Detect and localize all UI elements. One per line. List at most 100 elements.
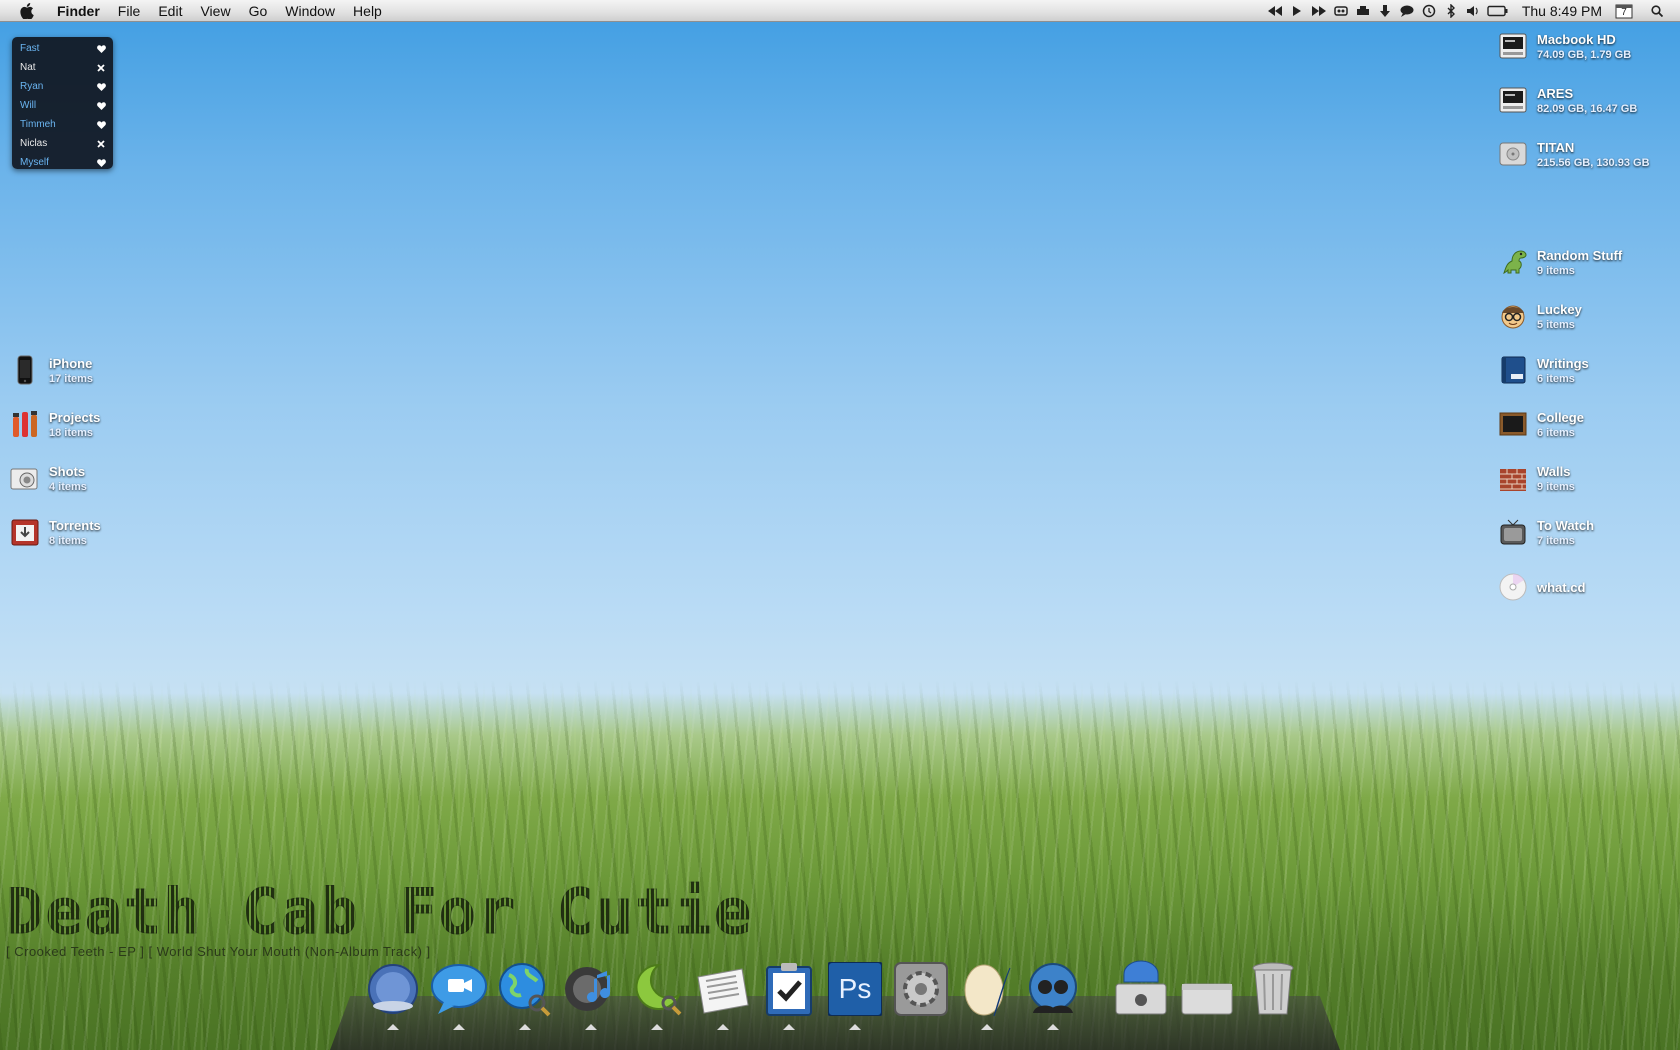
printer-icon[interactable] <box>1354 4 1372 18</box>
fast-forward-icon[interactable] <box>1310 4 1328 18</box>
photoshop-label: Ps <box>838 973 872 1004</box>
notebook-icon <box>1497 354 1529 386</box>
apple-menu-icon[interactable] <box>20 2 34 19</box>
running-indicator <box>849 1024 861 1030</box>
contact-row[interactable]: Nat <box>12 58 113 77</box>
folder-shots[interactable]: Shots 4 items <box>9 462 87 495</box>
folder-torrents[interactable]: Torrents 8 items <box>9 516 101 549</box>
control-icon[interactable] <box>1332 4 1350 18</box>
icon-title: Macbook HD <box>1537 32 1616 47</box>
dock-app[interactable] <box>360 960 426 1040</box>
dock-app[interactable] <box>756 960 822 1040</box>
dock-app[interactable] <box>624 960 690 1040</box>
dock-app[interactable] <box>888 960 954 1040</box>
rewind-icon[interactable] <box>1266 4 1284 18</box>
icon-title: To Watch <box>1537 518 1595 533</box>
folder-to-watch[interactable]: To Watch 7 items <box>1497 516 1594 549</box>
now-playing-track: [ Crooked Teeth - EP ] [ World Shut Your… <box>6 944 431 959</box>
menu-window[interactable]: Window <box>276 0 344 22</box>
dinosaur-icon <box>1497 246 1529 278</box>
trash-icon <box>1244 960 1302 1018</box>
contact-row[interactable]: Timmeh <box>12 115 113 134</box>
disc-what-cd[interactable]: what.cd <box>1497 571 1585 603</box>
screenshot-camera-icon <box>9 462 41 494</box>
drive-macbook-hd[interactable]: Macbook HD 74.09 GB, 1.79 GB <box>1497 30 1631 63</box>
icon-info: 4 items <box>49 481 87 493</box>
documents-stack-icon <box>1178 960 1236 1018</box>
folder-college[interactable]: College 6 items <box>1497 408 1584 441</box>
speech-bubble-icon[interactable] <box>1398 4 1416 18</box>
icon-title: what.cd <box>1537 580 1586 595</box>
menu-extras: Thu 8:49 PM 7 <box>1264 0 1680 22</box>
running-indicator <box>453 1024 465 1030</box>
running-indicator <box>783 1024 795 1030</box>
running-indicator <box>519 1024 531 1030</box>
menu-clock[interactable]: Thu 8:49 PM <box>1512 3 1612 19</box>
menu-app-finder[interactable]: Finder <box>48 0 109 22</box>
volume-icon[interactable] <box>1464 4 1482 18</box>
contact-row[interactable]: Will <box>12 96 113 115</box>
dock-app[interactable] <box>426 960 492 1040</box>
dock-app[interactable]: Ps <box>822 960 888 1040</box>
bluetooth-icon[interactable] <box>1442 3 1460 18</box>
menu-file[interactable]: File <box>109 0 150 22</box>
folder-writings[interactable]: Writings 6 items <box>1497 354 1589 387</box>
download-icon[interactable] <box>1376 4 1394 18</box>
drive-titan[interactable]: TITAN 215.56 GB, 130.93 GB <box>1497 138 1650 171</box>
dock: Ps <box>360 960 1306 1040</box>
icon-title: TITAN <box>1537 140 1575 155</box>
icon-title: Projects <box>49 410 101 425</box>
contact-name: Niclas <box>20 138 48 149</box>
icon-title: Random Stuff <box>1537 248 1623 263</box>
menu-help[interactable]: Help <box>344 0 391 22</box>
running-indicator <box>915 1024 927 1030</box>
contact-row[interactable]: Niclas <box>12 134 113 153</box>
running-indicator <box>1135 1024 1147 1030</box>
tv-icon <box>1497 516 1529 548</box>
calendar-icon[interactable]: 7 <box>1614 3 1634 19</box>
folder-iphone[interactable]: iPhone 17 items <box>9 354 93 387</box>
folder-random-stuff[interactable]: Random Stuff 9 items <box>1497 246 1622 279</box>
icon-title: Shots <box>49 464 86 479</box>
contact-row[interactable]: Myself <box>12 153 113 172</box>
dock-app[interactable] <box>492 960 558 1040</box>
dock-app[interactable] <box>690 960 756 1040</box>
contact-name: Fast <box>20 43 40 54</box>
close-icon <box>94 63 108 72</box>
icon-title: ARES <box>1537 86 1574 101</box>
battery-icon[interactable] <box>1486 4 1510 18</box>
icon-title: Torrents <box>49 518 101 533</box>
world-people-icon <box>1024 960 1082 1018</box>
folder-walls[interactable]: Walls 9 items <box>1497 462 1575 495</box>
face-avatar-icon <box>1497 300 1529 332</box>
icon-info: 6 items <box>1537 373 1575 385</box>
contact-row[interactable]: Fast <box>12 39 113 58</box>
dock-app[interactable] <box>558 960 624 1040</box>
icon-title: Luckey <box>1537 302 1582 317</box>
cd-disc-icon <box>1497 571 1529 603</box>
menu-view[interactable]: View <box>191 0 239 22</box>
dock-stack[interactable] <box>1174 960 1240 1040</box>
menu-edit[interactable]: Edit <box>149 0 191 22</box>
menu-go[interactable]: Go <box>240 0 277 22</box>
contact-row[interactable]: Ryan <box>12 77 113 96</box>
icon-info: 9 items <box>1537 265 1575 277</box>
running-indicator <box>651 1024 663 1030</box>
time-machine-icon[interactable] <box>1420 4 1438 18</box>
dock-app[interactable] <box>1020 960 1086 1040</box>
dock-stack[interactable] <box>1108 960 1174 1040</box>
icon-info: 18 items <box>49 427 94 439</box>
icon-title: Writings <box>1537 356 1589 371</box>
drive-ares[interactable]: ARES 82.09 GB, 16.47 GB <box>1497 84 1637 117</box>
play-icon[interactable] <box>1288 4 1306 18</box>
folder-luckey[interactable]: Luckey 5 items <box>1497 300 1582 333</box>
icon-title: iPhone <box>49 356 93 371</box>
icon-title: College <box>1537 410 1584 425</box>
calendar-day: 7 <box>1621 7 1627 18</box>
folder-projects[interactable]: Projects 18 items <box>9 408 100 441</box>
dock-trash[interactable] <box>1240 960 1306 1040</box>
contact-name: Ryan <box>20 81 44 92</box>
spotlight-search-icon[interactable] <box>1648 4 1666 18</box>
now-playing-artist: Death Cab For Cutie <box>5 875 754 949</box>
dock-app[interactable] <box>954 960 1020 1040</box>
